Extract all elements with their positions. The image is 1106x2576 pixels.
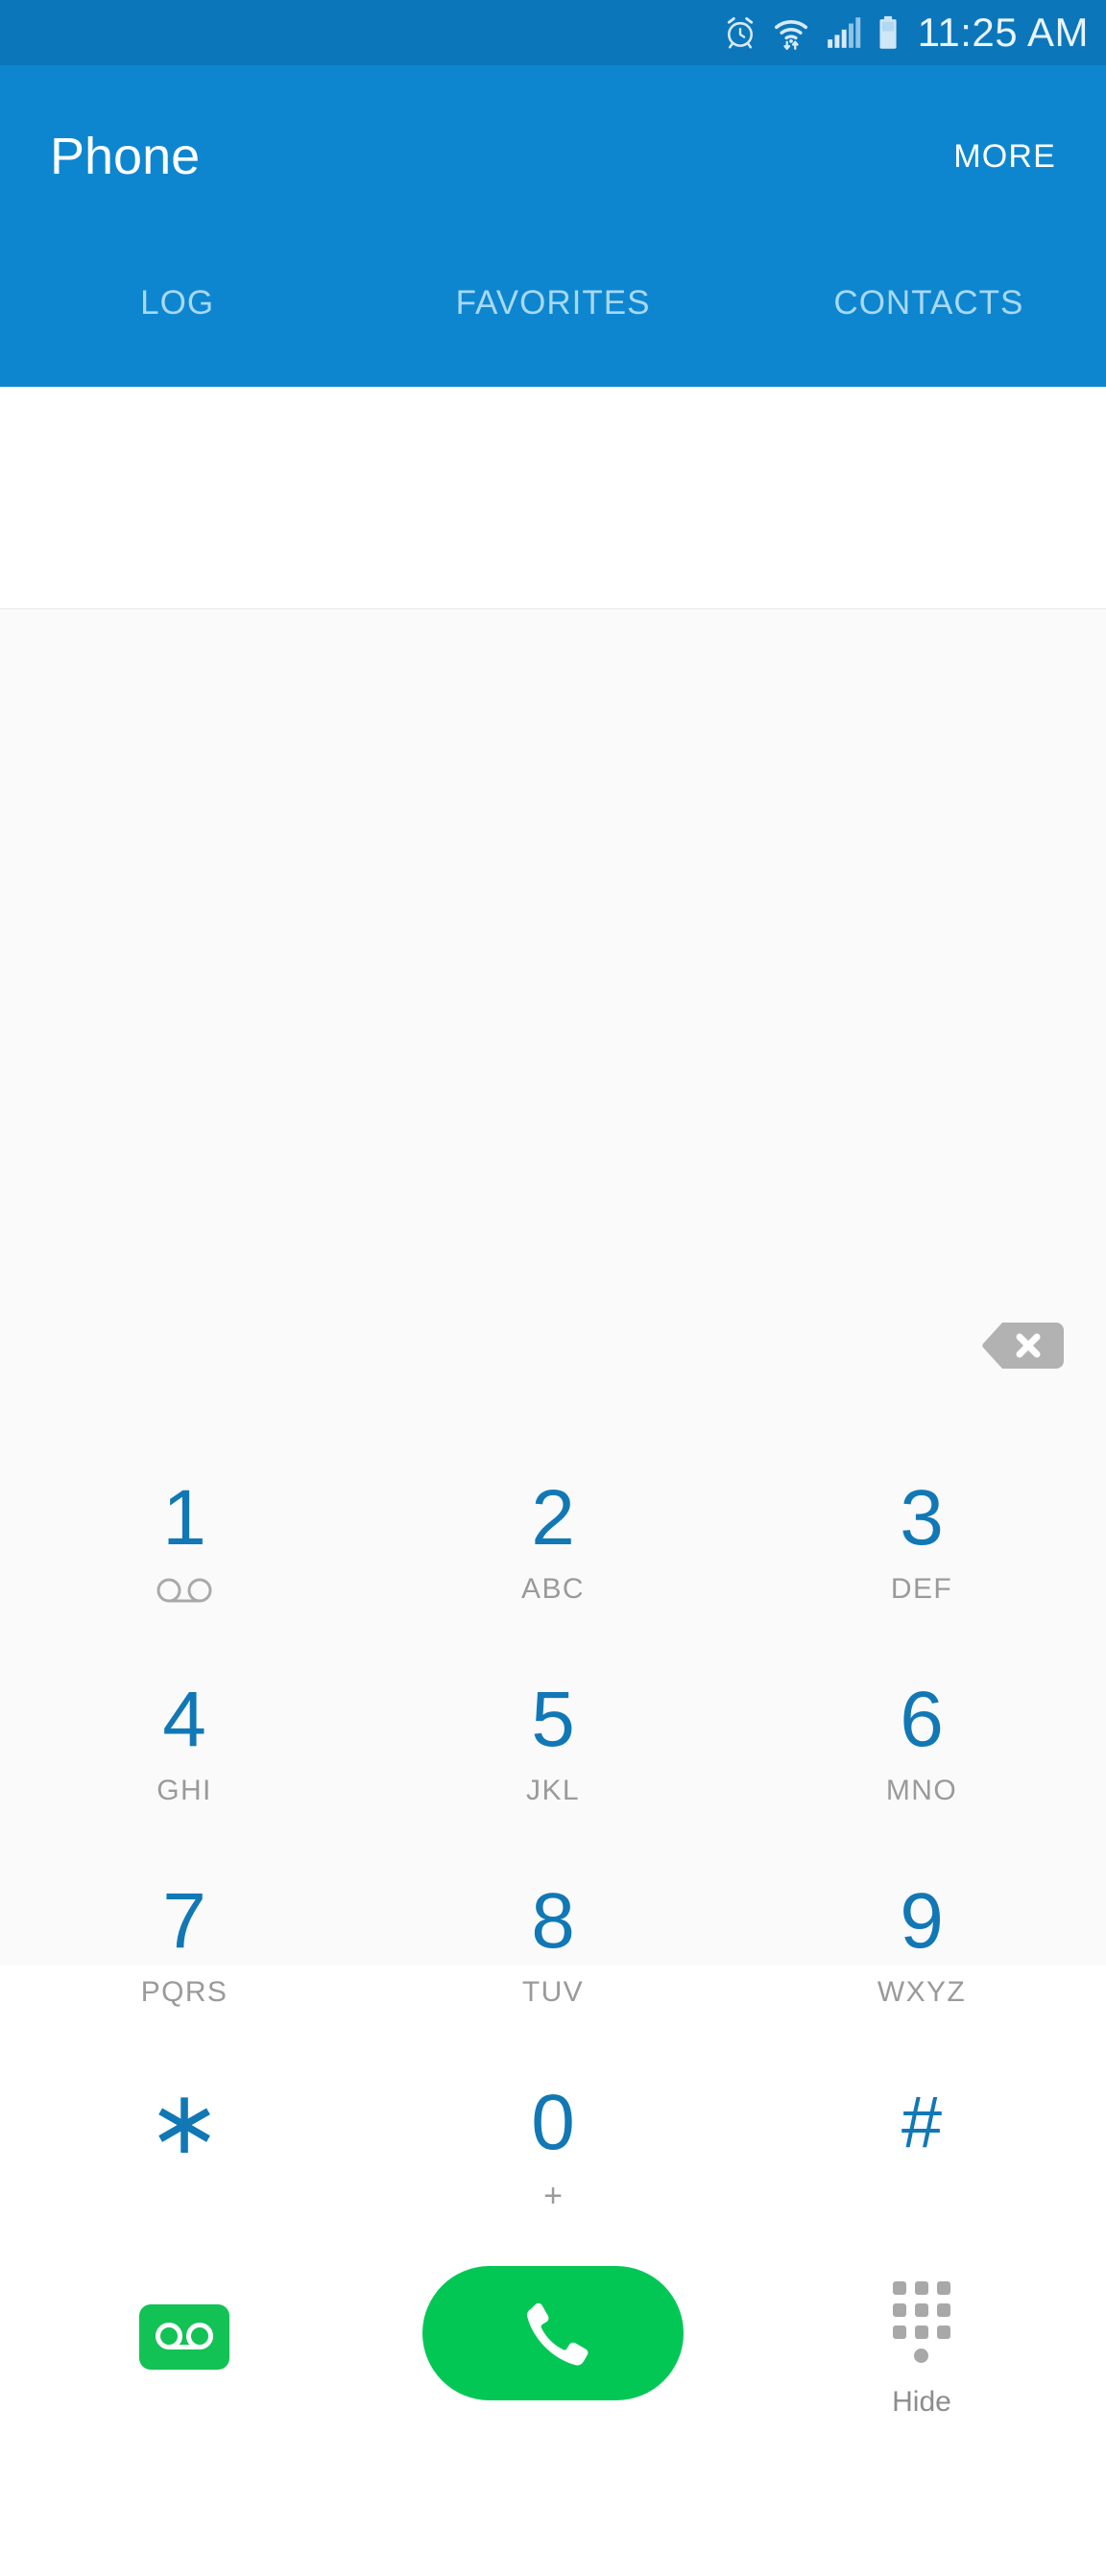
key-star[interactable]: ∗	[0, 2045, 369, 2247]
tab-log[interactable]: LOG	[0, 248, 354, 322]
more-button[interactable]: MORE	[953, 140, 1056, 173]
key-9-digit: 9	[900, 1877, 944, 1965]
key-1-digit: 1	[162, 1474, 206, 1562]
tab-contacts[interactable]: CONTACTS	[752, 248, 1106, 322]
keypad-grid-dot	[892, 2303, 906, 2317]
key-hash[interactable]: #	[737, 2045, 1106, 2247]
alarm-icon	[727, 17, 753, 49]
key-hash-digit: #	[901, 2082, 943, 2163]
dialpad-panel: 1 2 ABC 3 DEF 4 GHI 5 JKL 6 MNO 7 PQRS 8…	[0, 610, 1106, 2417]
keypad-grid-dot	[936, 2281, 950, 2295]
keypad-grid-dot	[914, 2303, 928, 2317]
key-0[interactable]: 0 +	[369, 2045, 737, 2247]
page-title: Phone	[50, 128, 201, 185]
key-7-digit: 7	[162, 1877, 206, 1965]
battery-icon	[879, 15, 897, 49]
key-7[interactable]: 7 PQRS	[0, 1844, 369, 2045]
phone-handset-icon	[527, 2302, 589, 2366]
key-3-digit: 3	[900, 1474, 944, 1562]
status-time: 11:25 AM	[917, 10, 1089, 55]
keypad-grid-bottom-dot	[914, 2349, 929, 2363]
signal-icon	[827, 17, 860, 48]
key-star-digit: ∗	[147, 2074, 222, 2172]
status-icon-group	[722, 14, 901, 51]
action-row: Hide	[0, 2247, 1106, 2576]
voicemail-icon	[156, 2323, 213, 2349]
hide-label: Hide	[892, 2386, 951, 2418]
backspace-button[interactable]	[981, 1321, 1066, 1371]
key-0-plus: +	[543, 2178, 563, 2214]
hide-cell: Hide	[737, 2247, 1106, 2417]
key-2-digit: 2	[531, 1474, 575, 1562]
hide-keypad-button[interactable]: Hide	[892, 2281, 951, 2417]
tab-bar: LOG FAVORITES CONTACTS	[0, 248, 1106, 387]
key-6[interactable]: 6 MNO	[737, 1642, 1106, 1844]
tab-favorites[interactable]: FAVORITES	[354, 248, 752, 322]
key-3[interactable]: 3 DEF	[737, 1441, 1106, 1642]
app-bar-top-row: Phone MORE	[0, 65, 1106, 248]
key-1[interactable]: 1	[0, 1441, 369, 1642]
key-5[interactable]: 5 JKL	[369, 1642, 737, 1844]
key-7-letters: PQRS	[140, 1976, 228, 2008]
key-9-letters: WXYZ	[877, 1976, 967, 2008]
key-3-letters: DEF	[890, 1573, 953, 1605]
key-9[interactable]: 9 WXYZ	[737, 1844, 1106, 2045]
key-8-digit: 8	[531, 1877, 575, 1965]
keypad-grid-icon	[892, 2281, 950, 2339]
keypad-grid-dot	[936, 2326, 950, 2339]
keypad-grid-dot	[914, 2281, 928, 2295]
key-2-letters: ABC	[521, 1573, 585, 1605]
keypad-grid-dot	[892, 2281, 906, 2295]
status-bar: 11:25 AM	[0, 0, 1106, 65]
key-4[interactable]: 4 GHI	[0, 1642, 369, 1844]
keypad-grid-dot	[936, 2303, 950, 2317]
phone-number-display[interactable]	[0, 387, 1106, 609]
call-button[interactable]	[422, 2266, 684, 2400]
keypad-grid-dot	[914, 2326, 928, 2339]
voicemail-button[interactable]	[139, 2304, 229, 2370]
keypad-grid: 1 2 ABC 3 DEF 4 GHI 5 JKL 6 MNO 7 PQRS 8…	[0, 1441, 1106, 2247]
wifi-icon	[774, 20, 807, 50]
key-8[interactable]: 8 TUV	[369, 1844, 737, 2045]
key-5-letters: JKL	[526, 1775, 580, 1806]
key-6-digit: 6	[900, 1676, 944, 1763]
key-0-digit: 0	[531, 2079, 575, 2166]
key-6-letters: MNO	[885, 1775, 958, 1806]
key-8-letters: TUV	[521, 1976, 585, 2008]
voicemail-cell	[0, 2247, 369, 2370]
key-4-digit: 4	[162, 1676, 206, 1763]
keypad-grid-dot	[892, 2326, 906, 2339]
backspace-icon	[982, 1323, 1064, 1369]
key-4-letters: GHI	[156, 1775, 212, 1806]
call-cell	[369, 2247, 737, 2400]
key-2[interactable]: 2 ABC	[369, 1441, 737, 1642]
key-5-digit: 5	[531, 1676, 575, 1763]
key-1-voicemail-icon	[154, 1575, 215, 1604]
app-bar: Phone MORE LOG FAVORITES CONTACTS	[0, 65, 1106, 387]
